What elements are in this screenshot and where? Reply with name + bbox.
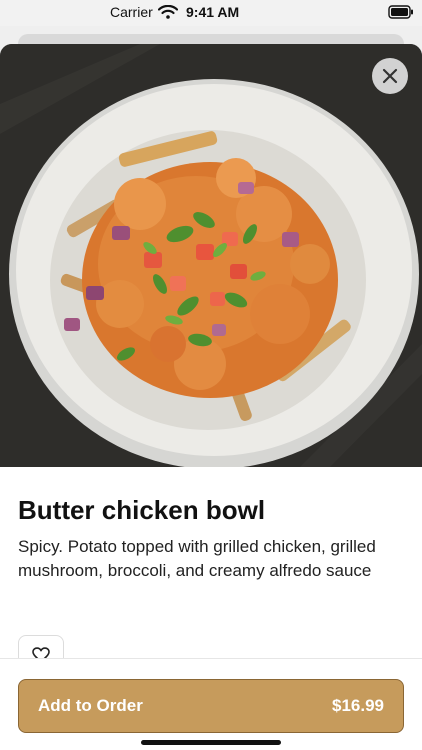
close-button[interactable] [372, 58, 408, 94]
add-to-order-label: Add to Order [38, 696, 143, 715]
bottom-action-bar: Add to Order $16.99 [0, 658, 422, 750]
item-detail-sheet: Butter chicken bowl Spicy. Potato topped… [0, 44, 422, 750]
wifi-icon [157, 4, 179, 24]
item-description: Spicy. Potato topped with grilled chicke… [18, 537, 376, 580]
add-to-order-button[interactable]: Add to Order $16.99 [18, 679, 404, 733]
carrier-label: Carrier [110, 4, 153, 20]
battery-icon [388, 5, 414, 24]
status-time: 9:41 AM [186, 4, 240, 20]
home-indicator [141, 740, 281, 745]
item-price: $16.99 [332, 696, 384, 715]
status-bar: Carrier 9:41 AM [0, 0, 422, 26]
food-illustration [0, 44, 422, 467]
close-icon [382, 68, 398, 84]
item-title: Butter chicken bowl [18, 495, 266, 525]
food-photo [0, 44, 422, 467]
